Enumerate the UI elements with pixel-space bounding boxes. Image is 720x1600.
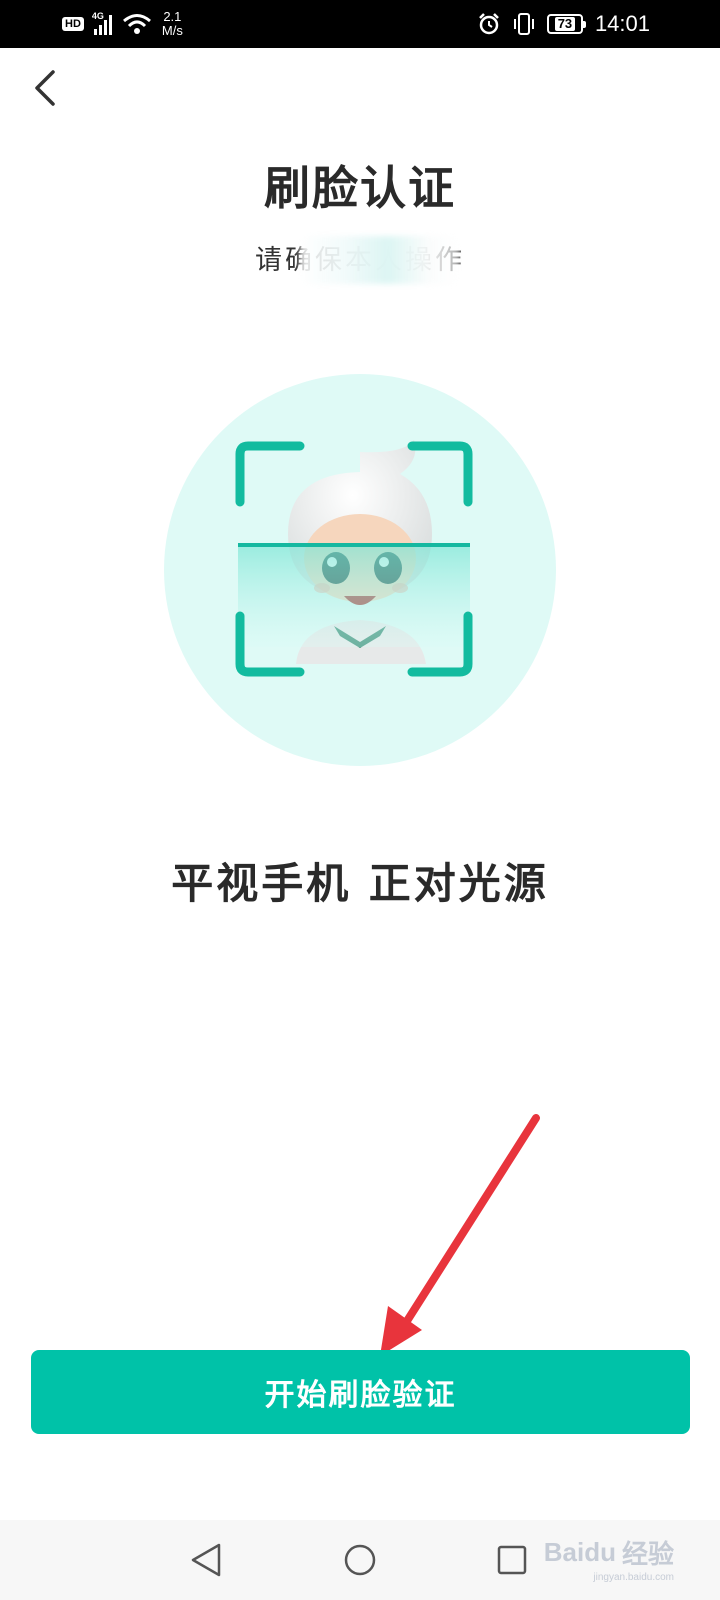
- nav-home-button[interactable]: [338, 1538, 382, 1582]
- battery-level: 73: [554, 17, 576, 31]
- circle-home-icon: [344, 1544, 376, 1576]
- cellular-signal-icon: 4G: [91, 11, 112, 35]
- square-recent-icon: [497, 1545, 527, 1575]
- privacy-blur: [300, 236, 460, 284]
- page-title: 刷脸认证: [264, 161, 456, 215]
- watermark-brand: Baidu: [543, 1536, 616, 1567]
- nav-recent-button[interactable]: [490, 1538, 534, 1582]
- status-right: 73 14:01: [477, 0, 650, 48]
- watermark: Baidu 经验 jingyan.baidu.com: [543, 1532, 674, 1584]
- nav-back-button[interactable]: [184, 1538, 228, 1582]
- hd-badge: HD: [62, 17, 84, 31]
- chevron-left-icon: [35, 70, 55, 106]
- watermark-url: jingyan.baidu.com: [593, 1572, 674, 1583]
- triangle-back-icon: [191, 1543, 221, 1577]
- instruction-text: 平视手机 正对光源: [171, 859, 549, 908]
- status-bar: HD 4G 2.1 M/s 73 14:01: [0, 0, 720, 48]
- vibrate-icon: [513, 13, 534, 35]
- mascot-face-graphic: [235, 440, 473, 677]
- battery-icon: 73: [546, 14, 586, 34]
- network-type: 4G: [91, 11, 104, 21]
- start-face-verification-button[interactable]: 开始刷脸验证: [31, 1350, 690, 1434]
- face-scan-illustration: [164, 374, 556, 766]
- back-button[interactable]: [20, 64, 68, 112]
- clock: 14:01: [594, 11, 650, 36]
- status-left: HD 4G 2.1 M/s: [62, 0, 183, 48]
- annotation-arrow-icon: [380, 1114, 540, 1356]
- network-speed: 2.1 M/s: [162, 10, 183, 38]
- alarm-icon: [479, 13, 499, 35]
- speed-value: 2.1: [163, 9, 182, 24]
- watermark-label: 经验: [621, 1538, 674, 1569]
- wifi-icon: [122, 14, 151, 34]
- speed-unit: M/s: [161, 23, 183, 38]
